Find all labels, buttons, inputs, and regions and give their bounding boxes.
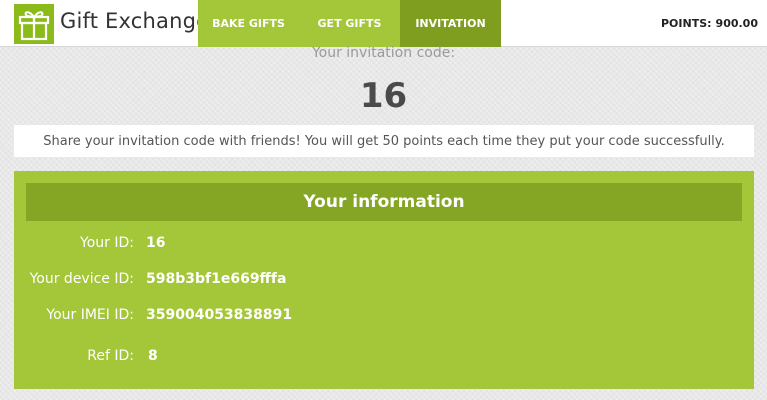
points-display: POINTS: 900.00 xyxy=(661,17,758,30)
nav-tabs: BAKE GIFTS GET GIFTS INVITATION xyxy=(198,0,501,47)
tab-get-gifts[interactable]: GET GIFTS xyxy=(299,0,400,47)
info-value-imei-id: 359004053838891 xyxy=(146,307,293,323)
invitation-code-label: Your invitation code: xyxy=(311,45,456,61)
share-message: Share your invitation code with friends!… xyxy=(14,125,754,157)
info-label-imei-id: Your IMEI ID: xyxy=(46,307,134,323)
app-title: Gift Exchange xyxy=(60,9,210,33)
invitation-code: 16 xyxy=(359,76,408,116)
info-label-device-id: Your device ID: xyxy=(29,271,134,287)
info-panel-title: Your information xyxy=(26,183,742,221)
info-value-ref-id: 8 xyxy=(148,348,158,364)
info-label-id: Your ID: xyxy=(80,235,134,251)
info-row-ref-id: Ref ID: 8 xyxy=(14,348,754,372)
info-value-device-id: 598b3bf1e669fffa xyxy=(146,271,287,287)
share-text: Share your invitation code with friends!… xyxy=(43,133,725,149)
gift-icon[interactable] xyxy=(14,4,54,44)
info-row-device-id: Your device ID: 598b3bf1e669fffa xyxy=(14,271,754,295)
points-label: POINTS: xyxy=(661,17,712,30)
info-panel: Your information Your ID: 16 Your device… xyxy=(14,171,754,389)
tab-bake-gifts[interactable]: BAKE GIFTS xyxy=(198,0,299,47)
info-row-id: Your ID: 16 xyxy=(14,235,754,259)
tab-invitation[interactable]: INVITATION xyxy=(400,0,501,47)
info-value-id: 16 xyxy=(146,235,166,251)
points-value: 900.00 xyxy=(715,17,758,30)
info-label-ref-id: Ref ID: xyxy=(87,348,134,364)
info-row-imei-id: Your IMEI ID: 359004053838891 xyxy=(14,307,754,331)
app-header: Gift Exchange BAKE GIFTS GET GIFTS INVIT… xyxy=(0,0,767,47)
